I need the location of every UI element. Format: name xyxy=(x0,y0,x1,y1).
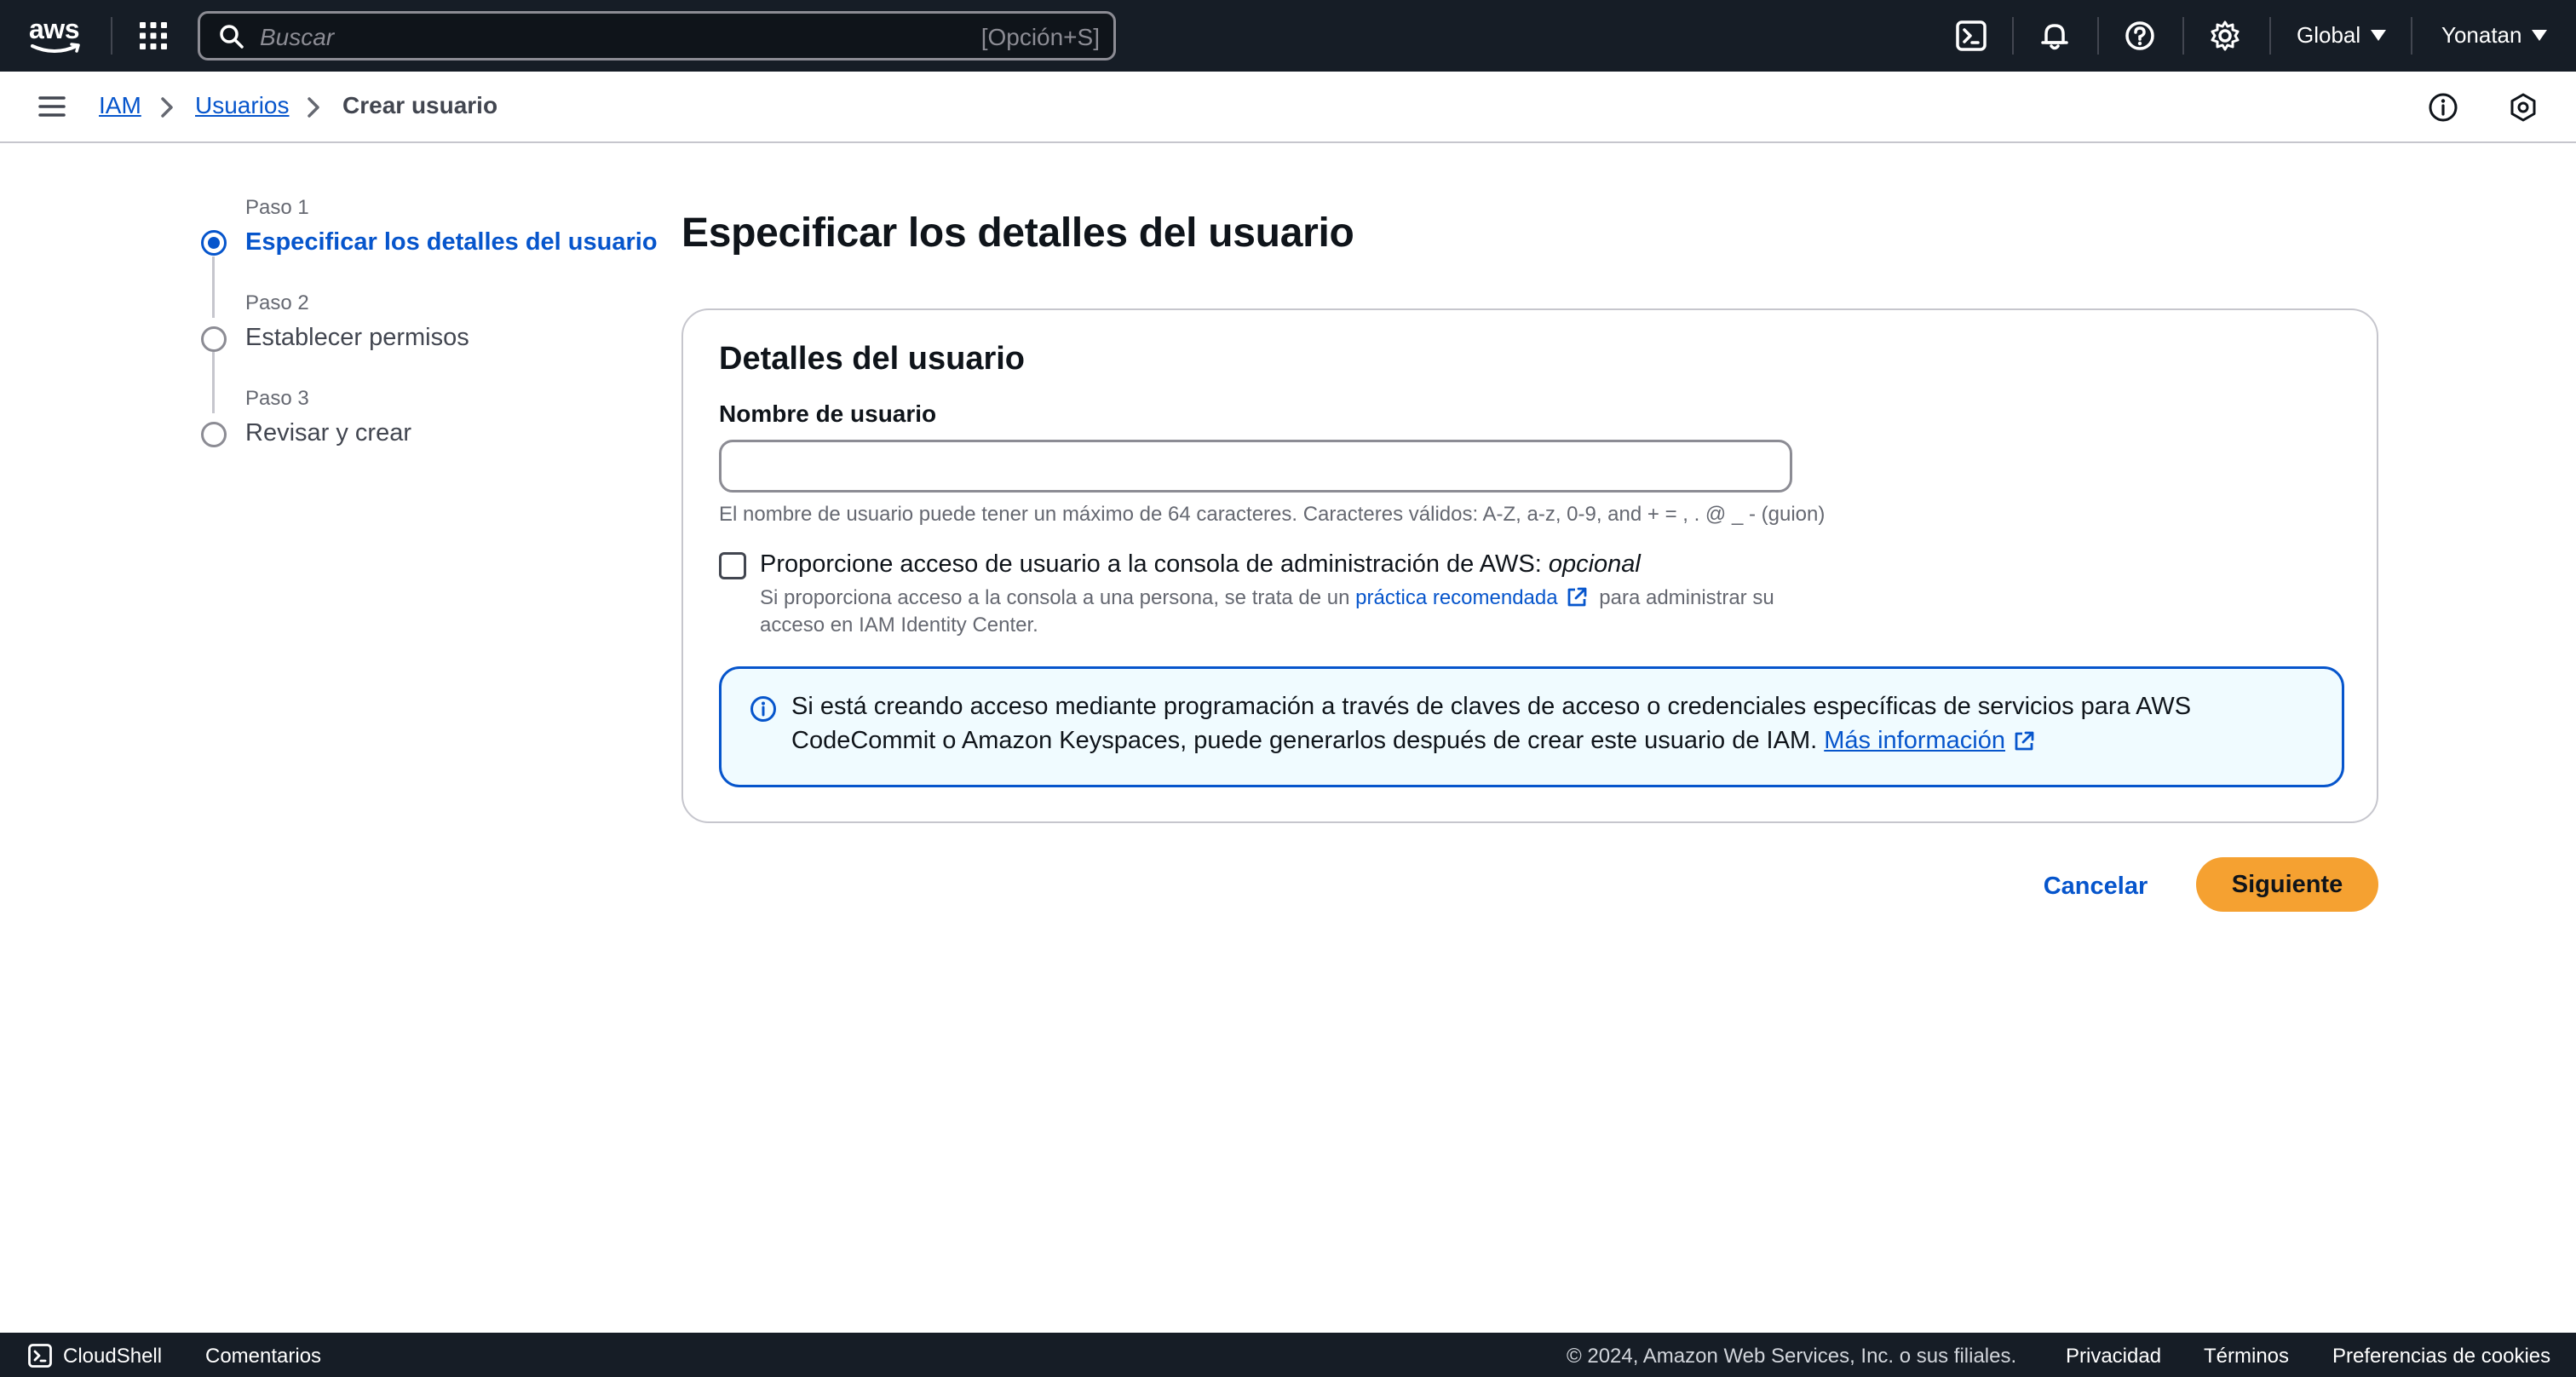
learn-more-link-text: Más información xyxy=(1824,727,2005,754)
step-3-number: Paso 3 xyxy=(245,387,309,410)
chevron-right-icon xyxy=(308,97,319,118)
console-access-text: Proporcione acceso de usuario a la conso… xyxy=(760,550,1542,578)
footer-privacy[interactable]: Privacidad xyxy=(2066,1345,2161,1368)
page-title: Especificar los detalles del usuario xyxy=(681,210,1354,256)
search-shortcut: [Opción+S] xyxy=(980,24,1100,50)
aws-smile-icon xyxy=(31,43,80,53)
caret-down-icon xyxy=(2532,30,2548,41)
breadcrumb-current: Crear usuario xyxy=(342,92,498,118)
nav-divider xyxy=(2097,17,2099,55)
nav-divider xyxy=(2411,17,2412,55)
region-selector[interactable]: Global xyxy=(2297,22,2387,49)
cloudshell-icon[interactable] xyxy=(1954,19,1988,53)
info-icon xyxy=(750,696,776,722)
console-access-checkbox[interactable] xyxy=(719,552,746,579)
footer-copyright: © 2024, Amazon Web Services, Inc. o sus … xyxy=(1567,1345,2017,1368)
step-3-indicator xyxy=(201,422,227,447)
bell-icon[interactable] xyxy=(2038,19,2072,53)
username-hint: El nombre de usuario puede tener un máxi… xyxy=(719,503,1826,526)
breadcrumb-bar: IAM Usuarios Crear usuario xyxy=(0,72,2576,143)
console-desc-before: Si proporciona acceso a la consola a una… xyxy=(760,586,1350,609)
settings-panel-icon[interactable] xyxy=(2506,90,2540,124)
footer-terms[interactable]: Términos xyxy=(2204,1345,2289,1368)
footer: CloudShell Comentarios © 2024, Amazon We… xyxy=(0,1333,2576,1377)
step-connector xyxy=(212,256,215,318)
panel-title: Detalles del usuario xyxy=(719,341,1026,377)
breadcrumb-iam[interactable]: IAM xyxy=(99,92,141,119)
best-practice-link-text: práctica recomendada xyxy=(1355,586,1558,609)
search-icon xyxy=(220,25,244,49)
services-grid-icon[interactable] xyxy=(138,20,169,51)
menu-icon[interactable] xyxy=(37,92,66,121)
footer-cookie-preferences[interactable]: Preferencias de cookies xyxy=(2332,1345,2550,1368)
nav-divider xyxy=(2012,17,2014,55)
region-label: Global xyxy=(2297,22,2361,48)
next-button[interactable]: Siguiente xyxy=(2196,857,2378,912)
step-1-indicator xyxy=(201,230,227,256)
footer-cloudshell[interactable]: CloudShell xyxy=(63,1345,162,1368)
help-icon[interactable] xyxy=(2123,19,2157,53)
footer-feedback[interactable]: Comentarios xyxy=(205,1345,321,1368)
step-2-indicator xyxy=(201,326,227,352)
caret-down-icon xyxy=(2371,30,2387,41)
external-link-icon xyxy=(2015,731,2034,751)
breadcrumb-usuarios[interactable]: Usuarios xyxy=(195,92,289,119)
best-practice-link[interactable]: práctica recomendada xyxy=(1355,586,1593,609)
aws-logo-text: aws xyxy=(29,14,79,44)
nav-divider xyxy=(2269,17,2271,55)
info-alert: Si está creando acceso mediante programa… xyxy=(719,666,2344,787)
step-3-label: Revisar y crear xyxy=(245,419,411,447)
step-connector xyxy=(212,352,215,413)
console-access-label[interactable]: Proporcione acceso de usuario a la conso… xyxy=(760,550,1641,579)
learn-more-link[interactable]: Más información xyxy=(1824,727,2005,754)
info-panel-icon[interactable] xyxy=(2426,90,2460,124)
nav-divider xyxy=(111,17,112,55)
account-name: Yonatan xyxy=(2441,22,2522,48)
username-input[interactable] xyxy=(719,440,1792,493)
aws-logo[interactable]: aws xyxy=(29,15,83,55)
optional-tag: opcional xyxy=(1548,550,1641,578)
cloudshell-icon[interactable] xyxy=(27,1343,53,1368)
user-details-panel: Detalles del usuario Nombre de usuario E… xyxy=(681,308,2378,823)
cancel-button[interactable]: Cancelar xyxy=(2027,859,2164,913)
username-label: Nombre de usuario xyxy=(719,400,937,427)
alert-message: Si está creando acceso mediante programa… xyxy=(791,689,2325,758)
account-menu[interactable]: Yonatan xyxy=(2441,22,2548,49)
step-1-number: Paso 1 xyxy=(245,196,309,219)
external-link-icon xyxy=(1567,587,1586,607)
search-placeholder: Buscar xyxy=(260,24,335,50)
step-1-label[interactable]: Especificar los detalles del usuario xyxy=(245,228,658,256)
gear-icon[interactable] xyxy=(2208,19,2242,53)
chevron-right-icon xyxy=(161,97,173,118)
top-navigation: aws Buscar [Opción+S] Global Yonatan xyxy=(0,0,2576,72)
step-2-number: Paso 2 xyxy=(245,291,309,314)
step-2-label: Establecer permisos xyxy=(245,324,469,351)
search-input[interactable]: Buscar [Opción+S] xyxy=(198,11,1116,60)
console-access-description: Si proporciona acceso a la consola a una… xyxy=(760,585,1833,639)
nav-divider xyxy=(2182,17,2184,55)
